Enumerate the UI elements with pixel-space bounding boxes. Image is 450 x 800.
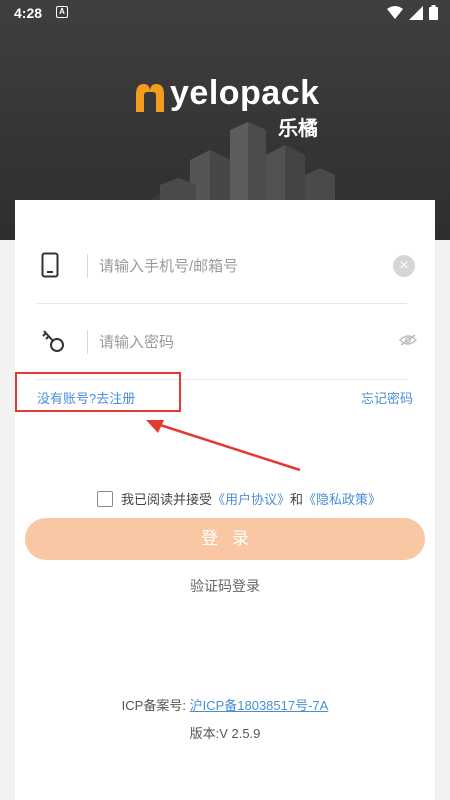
privacy-policy-link[interactable]: 《隐私政策》 <box>303 489 381 508</box>
battery-icon <box>429 5 438 20</box>
brand-logo: yelopack 乐橘 <box>134 74 324 140</box>
signal-icon <box>409 5 423 20</box>
password-field <box>37 304 417 380</box>
field-divider <box>87 330 88 354</box>
eye-hidden-icon[interactable] <box>399 334 417 346</box>
yelopack-logo-icon <box>136 84 164 112</box>
icp-label: ICP备案号: <box>121 698 186 713</box>
agreement-and: 和 <box>290 492 304 507</box>
wifi-icon <box>387 5 403 19</box>
annotation-arrow <box>146 420 301 472</box>
phone-icon <box>41 252 59 278</box>
icp-info: ICP备案号: 沪ICP备18038517号-7A <box>15 695 435 714</box>
agreement-prefix: 我已阅读并接受 <box>121 492 213 507</box>
version-text: 版本:V 2.5.9 <box>189 726 261 741</box>
forgot-password-link[interactable]: 忘记密码 <box>361 388 413 407</box>
login-card: × 没有账号?去注册 忘记密码 我已阅读并接受 《用户协议》 和 《隐私政策》 … <box>15 200 435 800</box>
brand-name: yelopack <box>170 74 320 112</box>
agreement-row: 我已阅读并接受 《用户协议》 和 《隐私政策》 <box>97 489 381 508</box>
login-button[interactable]: 登录 <box>25 518 425 560</box>
user-agreement-link[interactable]: 《用户协议》 <box>212 489 290 508</box>
status-bar: 4:28 A <box>0 0 450 26</box>
phone-field: × <box>37 228 415 304</box>
phone-input[interactable] <box>99 252 369 280</box>
status-time: 4:28 <box>14 5 43 21</box>
brand-subtitle: 乐橘 <box>278 118 318 140</box>
icp-number-link[interactable]: 沪ICP备18038517号-7A <box>190 698 329 713</box>
clear-icon[interactable]: × <box>393 255 415 277</box>
code-login-link[interactable]: 验证码登录 <box>15 576 435 596</box>
field-divider <box>87 254 88 278</box>
password-input[interactable] <box>99 328 369 356</box>
register-link[interactable]: 没有账号?去注册 <box>37 388 135 407</box>
notification-icon: A <box>56 6 68 18</box>
agreement-checkbox[interactable] <box>97 490 113 507</box>
key-icon <box>42 330 64 352</box>
status-icons <box>387 5 438 20</box>
